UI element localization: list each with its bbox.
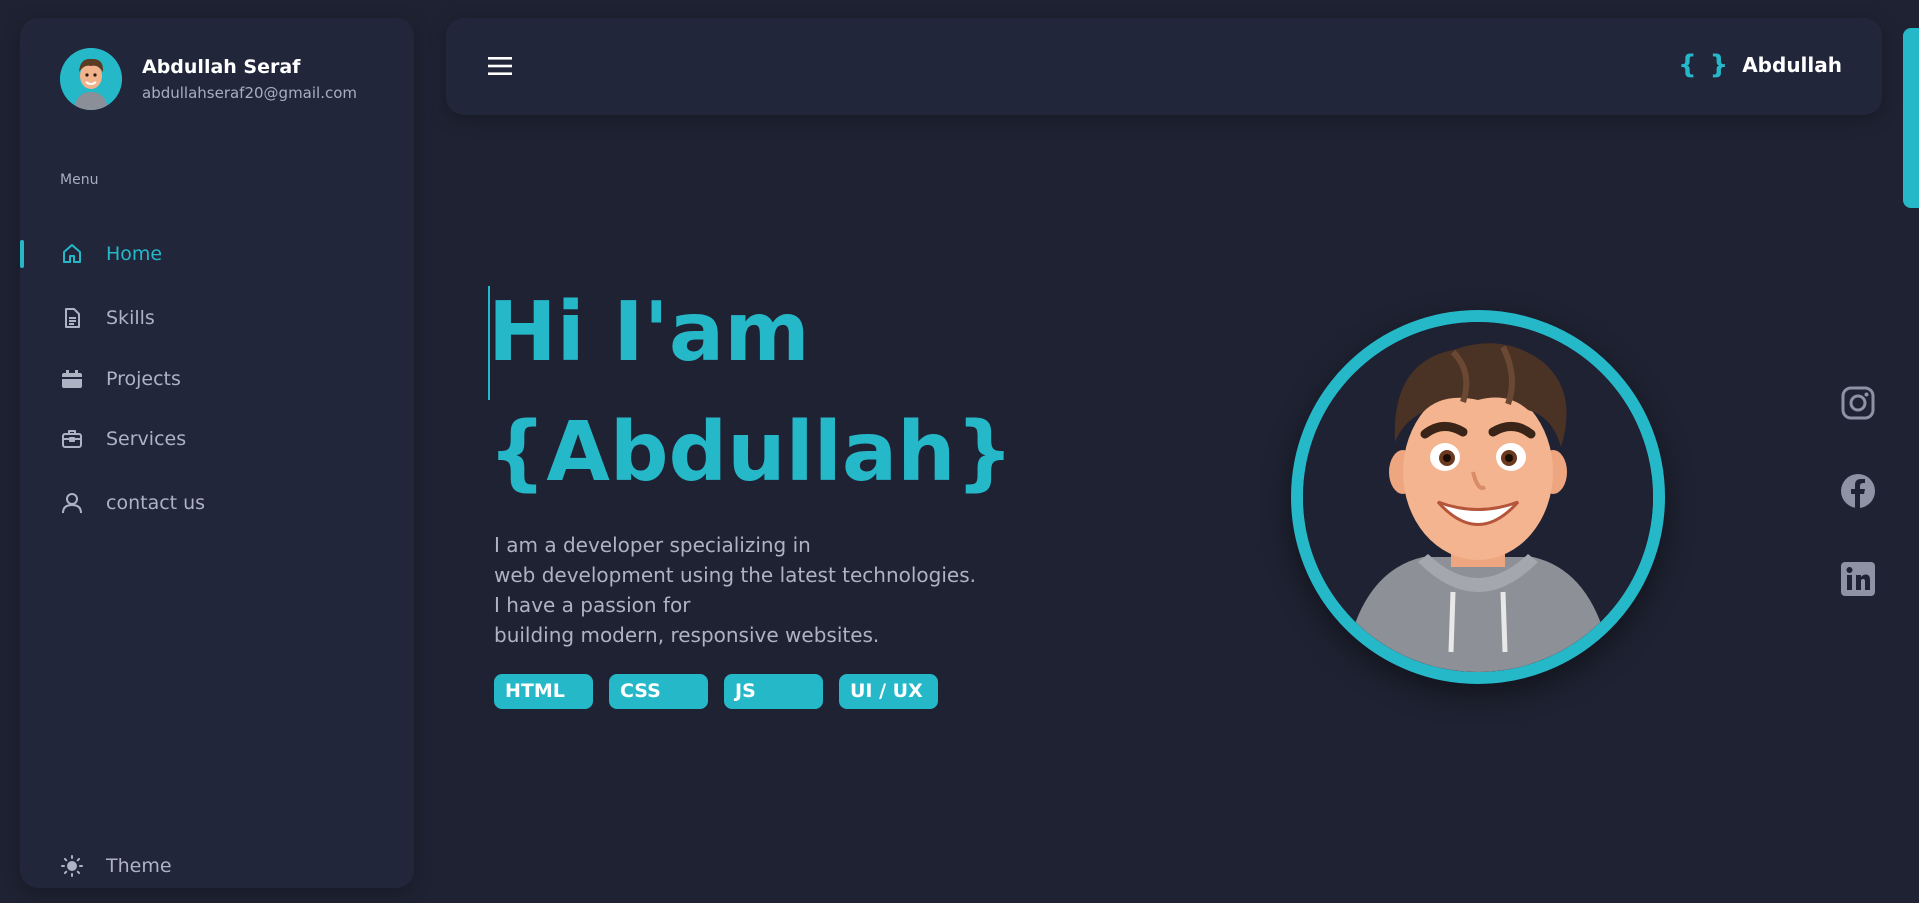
sun-icon [60, 854, 84, 878]
facebook-icon [1841, 474, 1875, 508]
skill-tags: HTML CSS JS UI / UX [494, 674, 954, 709]
scrollbar-thumb[interactable] [1903, 28, 1919, 208]
instagram-link[interactable] [1840, 385, 1876, 421]
hero-avatar [1291, 310, 1665, 684]
tag-ui-ux[interactable]: UI / UX [839, 674, 938, 709]
sidebar-item-label: Services [106, 428, 187, 450]
braces-icon: { } [1678, 50, 1731, 80]
user-icon [60, 491, 84, 515]
document-icon [60, 306, 84, 330]
sidebar: Abdullah Seraf abdullahseraf20@gmail.com… [20, 18, 414, 888]
hero-description-line: building modern, responsive websites. [494, 623, 880, 647]
sidebar-item-label: Projects [106, 368, 181, 390]
profile-email: abdullahseraf20@gmail.com [142, 84, 358, 102]
profile: Abdullah Seraf abdullahseraf20@gmail.com [60, 48, 357, 110]
tag-html[interactable]: HTML [494, 674, 593, 709]
hero-greeting: Hi I'am [488, 285, 810, 380]
hero-name: {Abdullah} [488, 405, 1014, 500]
tag-css[interactable]: CSS [609, 674, 708, 709]
home-icon [60, 242, 84, 266]
hero-description: I am a developer specializing in web dev… [494, 530, 976, 650]
sidebar-item-contact[interactable]: contact us [60, 491, 205, 515]
theme-label: Theme [106, 855, 172, 877]
sidebar-item-label: Home [106, 243, 163, 265]
sidebar-item-skills[interactable]: Skills [60, 306, 155, 330]
sidebar-item-home[interactable]: Home [60, 242, 162, 266]
topbar: { } Abdullah [446, 18, 1882, 115]
calendar-icon [60, 367, 84, 391]
linkedin-icon [1841, 562, 1875, 596]
menu-label: Menu [60, 172, 99, 188]
sidebar-item-label: Skills [106, 307, 155, 329]
avatar [60, 48, 122, 110]
profile-name: Abdullah Seraf [142, 56, 301, 78]
sidebar-item-services[interactable]: Services [60, 427, 186, 451]
instagram-icon [1841, 386, 1875, 420]
sidebar-item-label: contact us [106, 492, 206, 514]
brand[interactable]: { } Abdullah [1678, 50, 1842, 80]
briefcase-icon [60, 427, 84, 451]
brand-name: Abdullah [1742, 53, 1842, 77]
linkedin-link[interactable] [1840, 561, 1876, 597]
active-indicator [20, 240, 24, 268]
hero-description-line: I am a developer specializing in [494, 533, 811, 557]
hamburger-icon [488, 57, 512, 75]
menu-toggle-button[interactable] [486, 52, 514, 80]
hero-description-line: web development using the latest technol… [494, 563, 977, 587]
hero-description-line: I have a passion for [494, 593, 691, 617]
theme-toggle[interactable]: Theme [60, 854, 172, 878]
facebook-link[interactable] [1840, 473, 1876, 509]
sidebar-item-projects[interactable]: Projects [60, 367, 181, 391]
tag-js[interactable]: JS [724, 674, 823, 709]
